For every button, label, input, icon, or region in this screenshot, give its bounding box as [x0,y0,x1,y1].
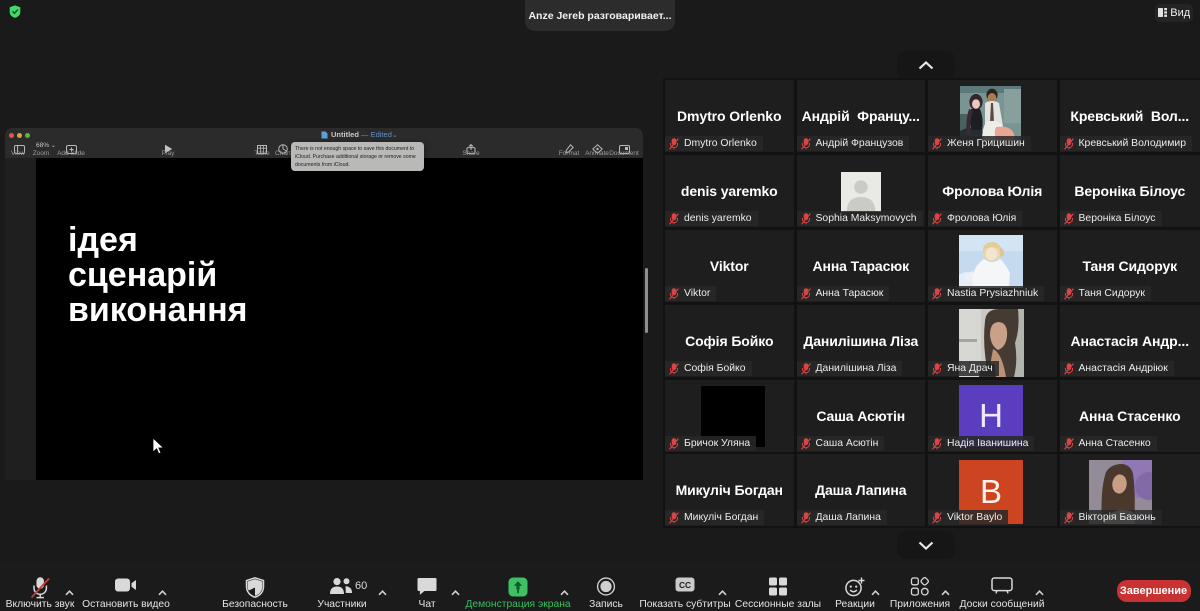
svg-text:CC: CC [679,580,691,590]
